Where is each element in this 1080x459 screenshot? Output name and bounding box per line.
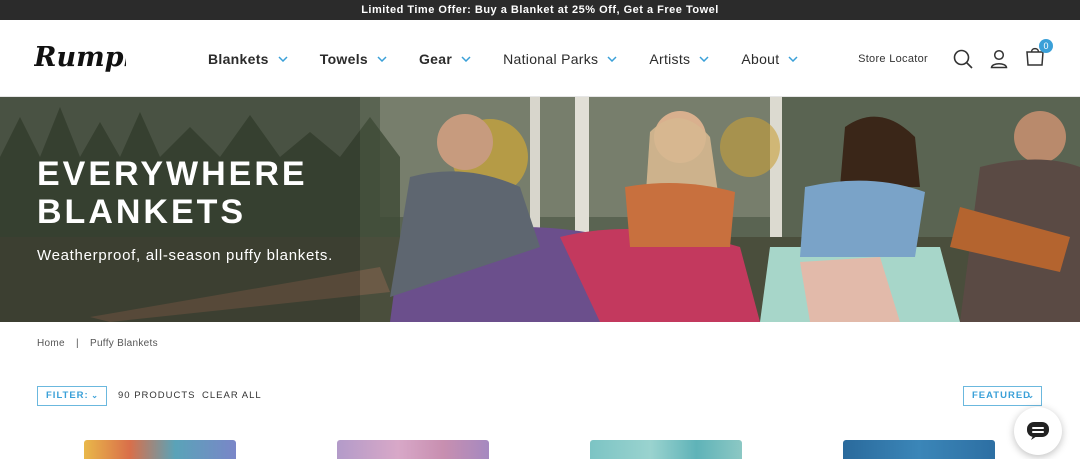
cart-count-badge: 0 bbox=[1039, 39, 1053, 53]
account-icon[interactable] bbox=[988, 48, 1010, 70]
chat-icon bbox=[1027, 422, 1049, 440]
main-nav: Blankets Towels Gear National Parks Arti… bbox=[208, 20, 830, 97]
hero-title-line: EVERYWHERE bbox=[37, 155, 308, 193]
nav-label: Blankets bbox=[208, 50, 269, 67]
site-header: Rumpl Blankets Towels Gear National Park… bbox=[0, 20, 1080, 97]
chevron-down-icon bbox=[278, 55, 288, 62]
hero-title: EVERYWHERE BLANKETS bbox=[37, 155, 308, 231]
sort-label: FEATURED bbox=[972, 390, 1032, 401]
nav-label: Artists bbox=[649, 50, 691, 67]
product-count: 90 PRODUCTS bbox=[118, 390, 196, 401]
breadcrumb: Home | Puffy Blankets bbox=[37, 338, 158, 349]
chevron-down-icon bbox=[461, 55, 471, 62]
svg-text:Rumpl: Rumpl bbox=[34, 42, 126, 73]
store-locator-link[interactable]: Store Locator bbox=[858, 53, 928, 65]
header-tools: Store Locator 0 bbox=[858, 20, 1053, 97]
chevron-down-icon bbox=[788, 55, 798, 62]
filter-button[interactable]: FILTER: ⌄ bbox=[37, 386, 107, 406]
chevron-down-icon bbox=[607, 55, 617, 62]
nav-item-towels[interactable]: Towels bbox=[320, 51, 387, 67]
promo-banner[interactable]: Limited Time Offer: Buy a Blanket at 25%… bbox=[0, 0, 1080, 20]
search-icon[interactable] bbox=[952, 48, 974, 70]
cart-button[interactable]: 0 bbox=[1024, 39, 1053, 72]
nav-item-national-parks[interactable]: National Parks bbox=[503, 51, 617, 67]
clear-all-link[interactable]: CLEAR ALL bbox=[202, 386, 262, 406]
rumpl-logo[interactable]: Rumpl bbox=[34, 42, 126, 76]
breadcrumb-separator: | bbox=[75, 338, 79, 349]
nav-label: National Parks bbox=[503, 50, 599, 67]
breadcrumb-current: Puffy Blankets bbox=[89, 338, 158, 349]
chevron-down-icon bbox=[699, 55, 709, 62]
nav-label: Towels bbox=[319, 50, 368, 67]
chat-widget-button[interactable] bbox=[1014, 407, 1062, 455]
chevron-down-icon: ⌄ bbox=[91, 391, 99, 400]
filter-label: FILTER: bbox=[46, 390, 89, 401]
nav-item-artists[interactable]: Artists bbox=[649, 51, 709, 67]
chevron-down-icon: ⌄ bbox=[1027, 391, 1035, 400]
nav-label: About bbox=[741, 50, 780, 67]
hero-banner: EVERYWHERE BLANKETS Weatherproof, all-se… bbox=[0, 97, 1080, 322]
hero-title-line: BLANKETS bbox=[37, 193, 247, 231]
product-card[interactable] bbox=[84, 440, 236, 459]
collection-toolbar: FILTER: ⌄ 90 PRODUCTS CLEAR ALL FEATURED… bbox=[37, 386, 1042, 406]
breadcrumb-home-link[interactable]: Home bbox=[37, 338, 65, 349]
product-card[interactable] bbox=[590, 440, 742, 459]
nav-item-blankets[interactable]: Blankets bbox=[208, 51, 288, 67]
product-card[interactable] bbox=[337, 440, 489, 459]
hero-subtitle: Weatherproof, all-season puffy blankets. bbox=[37, 247, 333, 264]
nav-item-gear[interactable]: Gear bbox=[419, 51, 471, 67]
product-card[interactable] bbox=[843, 440, 995, 459]
sort-dropdown[interactable]: FEATURED ⌄ bbox=[963, 386, 1042, 406]
product-grid bbox=[0, 440, 1080, 459]
nav-label: Gear bbox=[418, 50, 453, 67]
chevron-down-icon bbox=[377, 55, 387, 62]
nav-item-about[interactable]: About bbox=[741, 51, 798, 67]
